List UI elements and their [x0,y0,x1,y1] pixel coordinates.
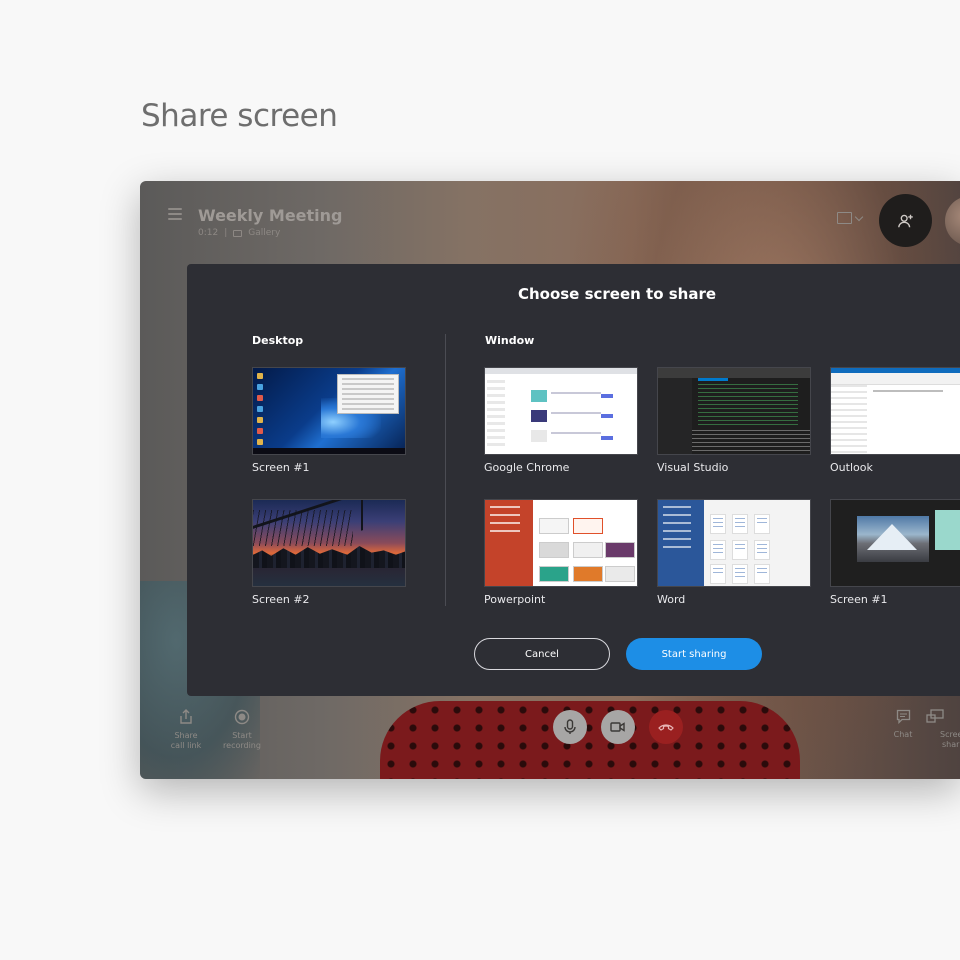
video-participant-shirt [380,701,800,779]
layout-icon [837,212,852,224]
meeting-title: Weekly Meeting [198,206,343,225]
layout-toggle[interactable] [837,212,864,224]
section-divider [445,334,446,606]
window-thumbnail [830,367,960,455]
share-link-label-line1: Share [174,731,198,740]
chat-icon [896,709,910,724]
window-thumbnail [484,367,638,455]
meeting-window: Weekly Meeting 0:12 | Gallery Choose scr… [140,181,960,779]
window-option-powerpoint[interactable]: Powerpoint [484,499,638,606]
window-thumbnail [657,499,811,587]
thumbnail-label: Screen #1 [830,593,888,606]
record-label-line1: Start [232,731,252,740]
thumbnail-label: Screen #2 [252,593,310,606]
chevron-down-icon [854,212,864,221]
meeting-timer: 0:12 [198,228,219,238]
window-thumbnail [830,499,960,587]
thumbnail-label: Powerpoint [484,593,546,606]
screen-share-icon [926,709,944,723]
thumbnail-label: Google Chrome [484,461,570,474]
share-call-link-button[interactable]: Share call link [156,709,216,751]
start-recording-button[interactable]: Start recording [212,709,272,751]
screen-share-button[interactable]: Scree shar [922,709,960,750]
desktop-option-screen-1[interactable]: Screen #1 [252,367,406,474]
record-label-line2: recording [223,741,261,750]
view-mode-label[interactable]: Gallery [248,228,280,238]
window-option-visual-studio[interactable]: Visual Studio [657,367,811,474]
video-camera-icon [610,722,625,732]
screen-thumbnail [252,367,406,455]
menu-icon[interactable] [168,208,182,220]
window-thumbnail [484,499,638,587]
share-screen-dialog: Choose screen to share Desktop Window Sc… [187,264,960,696]
thumbnail-label: Outlook [830,461,873,474]
add-user-icon [897,214,913,227]
screen-share-label-line1: Scree [940,730,960,739]
window-option-screen-1[interactable]: Screen #1 [830,499,960,606]
window-thumbnail [657,367,811,455]
window-section-label: Window [485,334,535,347]
thumbnail-label: Screen #1 [252,461,310,474]
desktop-option-screen-2[interactable]: Screen #2 [252,499,406,606]
microphone-icon [564,719,576,734]
window-option-google-chrome[interactable]: Google Chrome [484,367,638,474]
separator: | [224,228,228,238]
page-heading: Share screen [141,98,338,134]
screen-share-label-line2: shar [942,740,960,749]
dialog-title: Choose screen to share [517,285,717,303]
gallery-icon [233,229,243,237]
desktop-section-label: Desktop [252,334,304,347]
window-option-outlook[interactable]: Outlook [830,367,960,474]
thumbnail-label: Word [657,593,686,606]
add-participant-button[interactable] [879,194,932,247]
phone-hangup-icon [658,724,674,731]
cancel-button[interactable]: Cancel [474,638,610,670]
start-sharing-button[interactable]: Start sharing [626,638,762,670]
camera-button[interactable] [601,710,635,744]
thumbnail-label: Visual Studio [657,461,729,474]
window-option-word[interactable]: Word [657,499,811,606]
share-icon [180,709,192,724]
record-icon [234,709,250,725]
screen-thumbnail [252,499,406,587]
share-link-label-line2: call link [170,741,202,750]
microphone-button[interactable] [553,710,587,744]
hang-up-button[interactable] [649,710,683,744]
meeting-subtitle: 0:12 | Gallery [198,228,280,238]
